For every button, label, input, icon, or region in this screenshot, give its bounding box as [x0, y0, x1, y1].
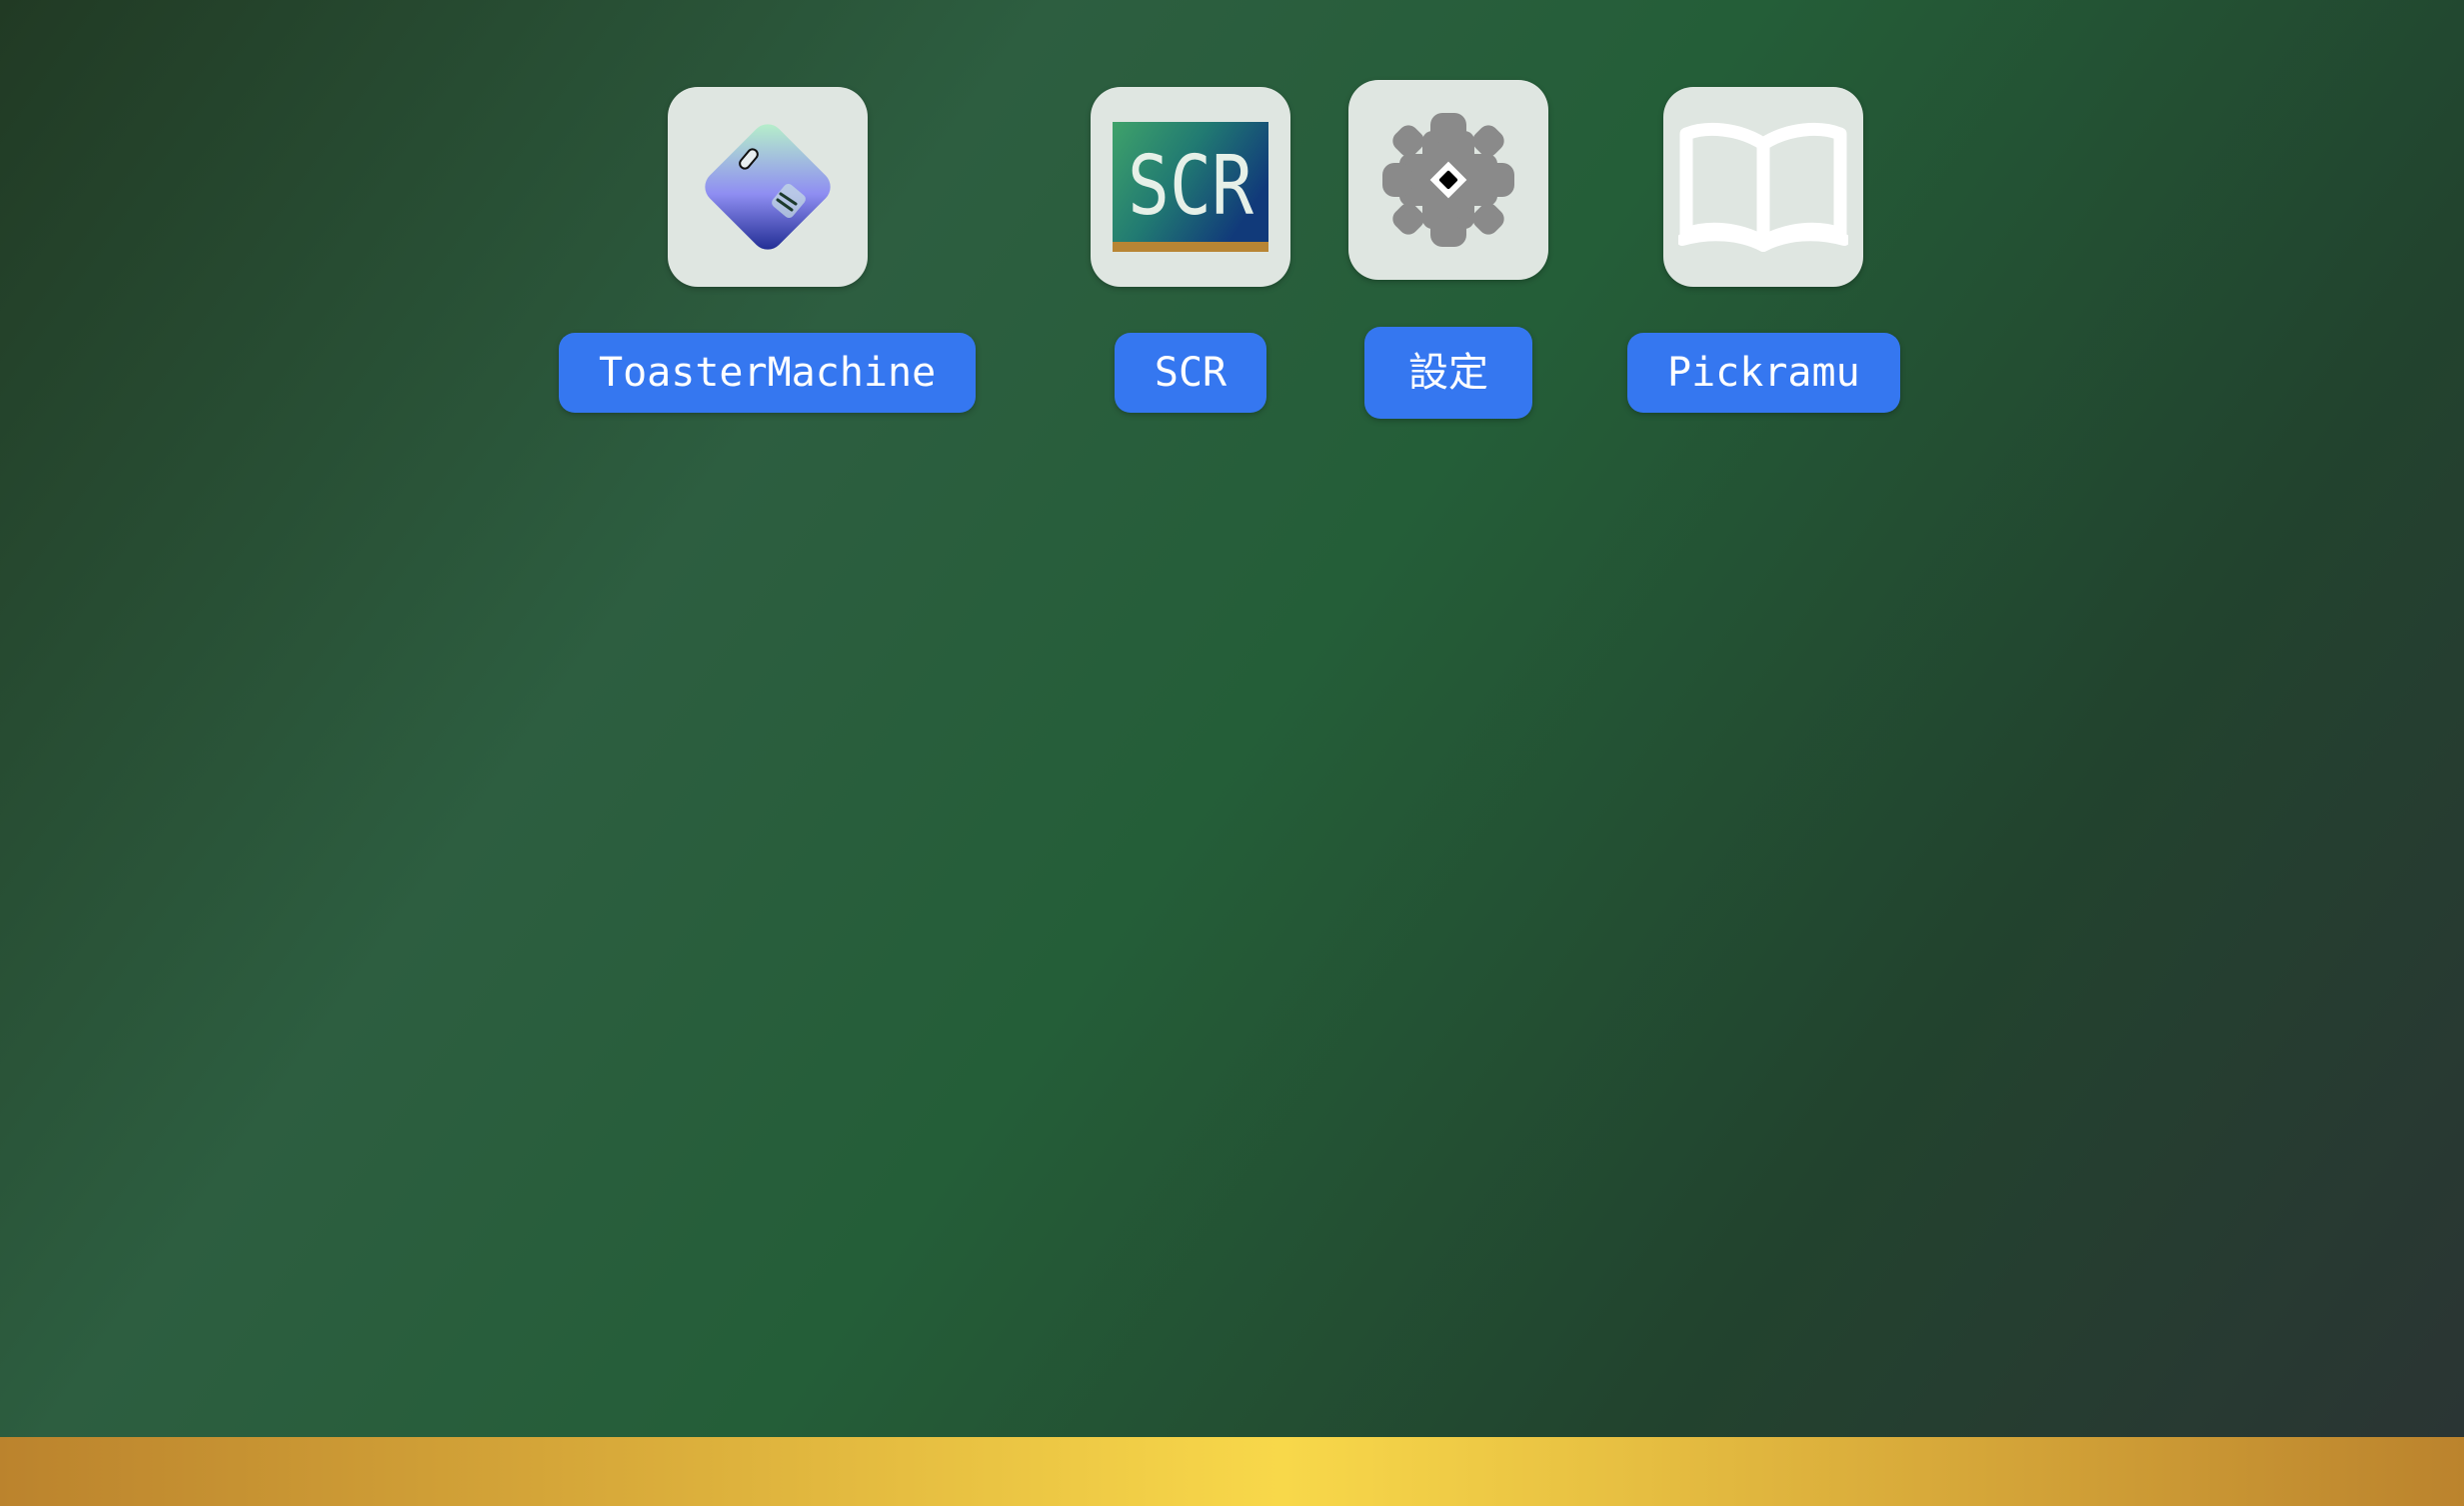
toaster-machine-icon — [704, 124, 831, 250]
open-book-icon — [1678, 122, 1849, 252]
app-scr[interactable]: SCR SCR — [1091, 87, 1290, 413]
desktop: ToasterMachine SCR SCR 設定 Pickramu — [0, 0, 2464, 1437]
app-label[interactable]: SCR — [1114, 333, 1267, 413]
app-tile[interactable] — [1663, 87, 1864, 287]
taskbar[interactable] — [0, 1437, 2464, 1506]
scr-icon: SCR — [1113, 122, 1268, 252]
app-tile[interactable] — [667, 87, 868, 287]
app-label[interactable]: ToasterMachine — [559, 333, 977, 413]
app-tile[interactable]: SCR — [1091, 87, 1290, 287]
app-toaster-machine[interactable]: ToasterMachine — [559, 87, 977, 413]
app-pickramu[interactable]: Pickramu — [1627, 87, 1900, 413]
app-label[interactable]: 設定 — [1364, 327, 1532, 419]
app-tile[interactable] — [1348, 80, 1548, 280]
app-label[interactable]: Pickramu — [1627, 333, 1900, 413]
gear-icon — [1382, 113, 1514, 247]
app-settings[interactable]: 設定 — [1348, 80, 1548, 419]
scr-icon-text: SCR — [1128, 139, 1254, 234]
